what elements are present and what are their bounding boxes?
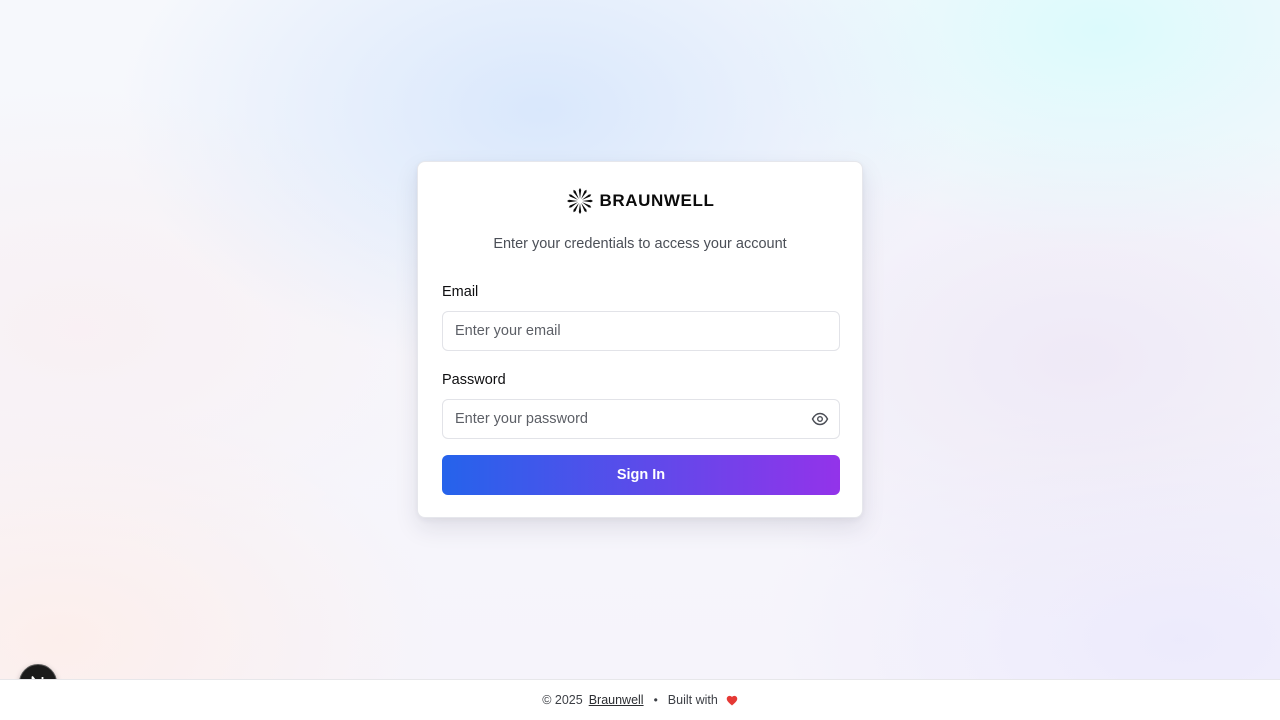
footer-company-link[interactable]: Braunwell bbox=[589, 693, 644, 707]
login-subtitle: Enter your credentials to access your ac… bbox=[493, 236, 787, 252]
footer-separator: • bbox=[653, 693, 658, 707]
sign-in-button[interactable]: Sign In bbox=[442, 455, 840, 495]
password-input[interactable] bbox=[443, 400, 839, 438]
starburst-logo-icon bbox=[566, 188, 593, 214]
password-label: Password bbox=[442, 372, 506, 388]
brand-header: BRAUNWELL bbox=[418, 186, 862, 216]
email-field-wrapper bbox=[442, 311, 840, 351]
login-card: BRAUNWELL Enter your credentials to acce… bbox=[417, 161, 863, 518]
email-label: Email bbox=[442, 284, 479, 300]
eye-icon[interactable] bbox=[811, 412, 829, 426]
brand-name: BRAUNWELL bbox=[599, 191, 715, 210]
footer-copyright: © 2025 bbox=[542, 693, 583, 707]
footer: © 2025 Braunwell • Built with bbox=[0, 679, 1280, 720]
heart-icon bbox=[726, 695, 738, 705]
email-input[interactable] bbox=[443, 312, 839, 350]
footer-built-with: Built with bbox=[667, 693, 718, 707]
password-field-wrapper bbox=[442, 399, 840, 439]
